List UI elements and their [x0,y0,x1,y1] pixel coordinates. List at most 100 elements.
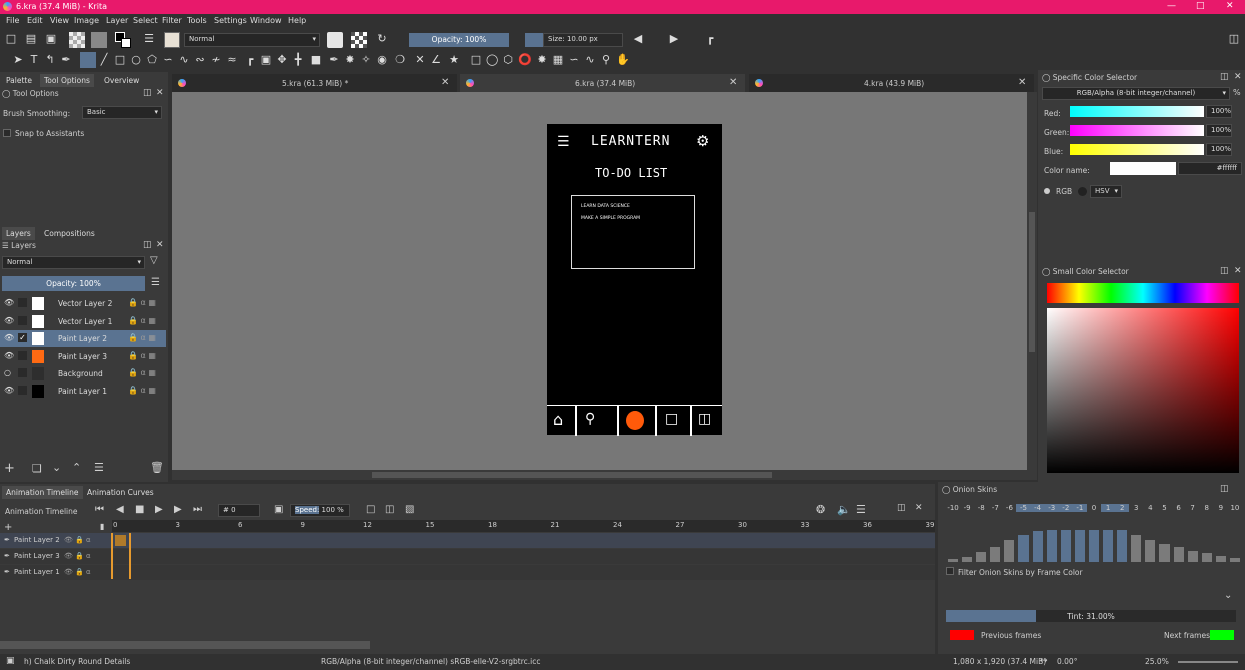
polygon-tool-icon[interactable]: ⬠ [146,54,158,66]
audio-icon[interactable]: 🔈 [837,503,851,516]
layer-select-checkbox[interactable] [18,350,27,360]
doc-tab-4[interactable]: 4.kra (43.9 MiB) ✕ [749,74,1034,92]
crop-tool-icon[interactable]: ┏ [244,54,256,66]
freehand-select-icon[interactable]: ⭕ [518,54,532,66]
measure-tool-icon[interactable]: ∠ [430,54,442,66]
canvas-viewport[interactable]: ☰ LEARNTERN ⚙ TO-DO LIST LEARN DATA SCIE… [172,92,1027,470]
transform-tool-icon[interactable]: ▣ [260,54,272,66]
close-icon[interactable]: ✕ [915,503,923,513]
polygon-select-icon[interactable]: ⬡ [502,54,514,66]
layer-lock-icon[interactable]: 🔒 α ▦ [128,386,156,395]
tab-layers[interactable]: Layers [2,227,35,240]
onion-frame-number[interactable]: -3 [1044,504,1059,512]
next-frame-icon[interactable]: ▶ [174,504,182,515]
bezier-tool-icon[interactable]: ∿ [178,54,190,66]
green-slider[interactable] [1070,125,1204,136]
layer-row[interactable]: 👁 Paint Layer 3 🔒 α ▦ [0,348,166,365]
blue-value[interactable]: 100% [1206,143,1232,156]
timeline-row[interactable]: ✒ Paint Layer 2 👁 🔒 α [0,533,935,548]
onion-opacity-bar[interactable] [1173,547,1184,562]
close-tab-icon[interactable]: ✕ [1018,77,1026,88]
no-frames-icon[interactable]: ▧ [405,504,414,515]
reference-tool-icon[interactable]: ★ [448,54,460,66]
onion-opacity-bar[interactable] [1018,534,1029,562]
layer-row[interactable]: 👁 ✓ Paint Layer 2 🔒 α ▦ [0,330,166,347]
similar-select-icon[interactable]: ▦ [552,54,564,66]
smart-patch-icon[interactable]: ✧ [360,54,372,66]
close-window-button[interactable]: ✕ [1226,1,1234,11]
onion-opacity-bar[interactable] [1201,553,1212,562]
row-props-icon[interactable]: 👁 🔒 α [64,552,91,560]
line-tool-icon[interactable]: ╱ [98,54,110,66]
tab-animation-timeline[interactable]: Animation Timeline [2,486,83,499]
layer-lock-icon[interactable]: 🔒 α ▦ [128,298,156,307]
frame-input[interactable]: # 0 [218,504,260,517]
onion-frame-number[interactable]: -7 [988,504,1002,512]
float-icon[interactable]: ◫ [143,88,152,98]
assistant-tool-icon[interactable]: ✕ [414,54,426,66]
menu-select[interactable]: Select [133,16,158,25]
eraser-icon[interactable] [327,32,343,48]
onion-frame-number[interactable]: -6 [1002,504,1016,512]
menu-edit[interactable]: Edit [27,16,43,25]
onion-opacity-bar[interactable] [1060,530,1071,562]
layers-float-icon[interactable]: ◫ [143,240,152,250]
onion-opacity-bar[interactable] [1145,540,1156,562]
delete-layer-button[interactable]: 🗑 [150,461,164,474]
onion-frame-number[interactable]: 9 [1214,504,1228,512]
snap-checkbox[interactable] [3,129,11,137]
onion-frame-number[interactable]: -2 [1058,504,1073,512]
move-down-button[interactable]: ⌄ [52,461,61,474]
layer-blend-select[interactable]: Normal ▾ [2,256,145,269]
freehand-brush-icon[interactable] [80,52,96,68]
onion-frame-number[interactable]: 2 [1115,504,1130,512]
speed-input[interactable]: Speed: 100 % [290,504,350,517]
maximize-button[interactable]: □ [1196,1,1205,11]
onion-frame-number[interactable]: 0 [1087,504,1101,512]
saturation-value-picker[interactable] [1047,308,1239,473]
duplicate-layer-button[interactable]: ❏ [32,462,42,475]
onion-frame-number[interactable]: 5 [1157,504,1171,512]
onion-frame-number[interactable]: 6 [1172,504,1186,512]
onion-opacity-bar[interactable] [1159,544,1170,562]
hsv-select[interactable]: HSV ▾ [1090,185,1122,198]
gradient-tool-icon[interactable]: ■ [310,54,322,66]
contiguous-select-icon[interactable]: ✸ [536,54,548,66]
onion-frame-number[interactable]: 3 [1129,504,1143,512]
reload-preset-icon[interactable]: ↻ [376,33,388,45]
layer-properties-button[interactable]: ☰ [94,461,104,474]
menu-tools[interactable]: Tools [187,16,207,25]
float-icon[interactable]: ◫ [1220,266,1229,276]
add-layer-button[interactable]: + [4,461,15,476]
brush-smoothing-select[interactable]: Basic ▾ [82,106,162,119]
onion-frame-number[interactable]: -5 [1016,504,1031,512]
onion-frame-number[interactable]: -9 [960,504,974,512]
expand-icon[interactable]: ⌄ [1224,590,1232,601]
close-icon[interactable]: ✕ [156,88,164,98]
opacity-slider[interactable]: Opacity: 100% [409,33,509,47]
onion-opacity-bar[interactable] [1032,531,1043,562]
timeline-menu-icon[interactable]: ☰ [856,503,866,516]
visibility-eye-icon[interactable]: 👁 [4,316,14,325]
save-icon[interactable]: ▣ [45,33,57,45]
onion-frame-number[interactable]: 8 [1200,504,1214,512]
visibility-eye-icon[interactable]: 👁 [4,386,14,395]
blue-slider[interactable] [1070,144,1204,155]
percent-toggle[interactable]: % [1233,88,1241,97]
menu-filter[interactable]: Filter [162,16,182,25]
first-frame-icon[interactable]: ⏮ [95,504,104,515]
onion-opacity-bars[interactable] [946,518,1242,562]
bezier-select-icon[interactable]: ∽ [568,54,580,66]
onion-opacity-bar[interactable] [976,552,987,562]
onion-opacity-bar[interactable] [1074,530,1085,562]
close-tab-icon[interactable]: ✕ [441,77,449,88]
onion-opacity-bar[interactable] [1131,534,1142,562]
layer-lock-icon[interactable]: 🔒 α ▦ [128,351,156,360]
close-icon[interactable]: ✕ [1234,266,1242,276]
layer-lock-icon[interactable]: 🔒 α ▦ [128,316,156,325]
layer-menu-icon[interactable]: ☰ [151,277,160,288]
layer-row[interactable]: ○ Background 🔒 α ▦ [0,365,166,382]
polyline-tool-icon[interactable]: ∽ [162,54,174,66]
onion-frame-number[interactable]: 10 [1228,504,1242,512]
frame-display-icon[interactable]: □ [366,504,375,515]
